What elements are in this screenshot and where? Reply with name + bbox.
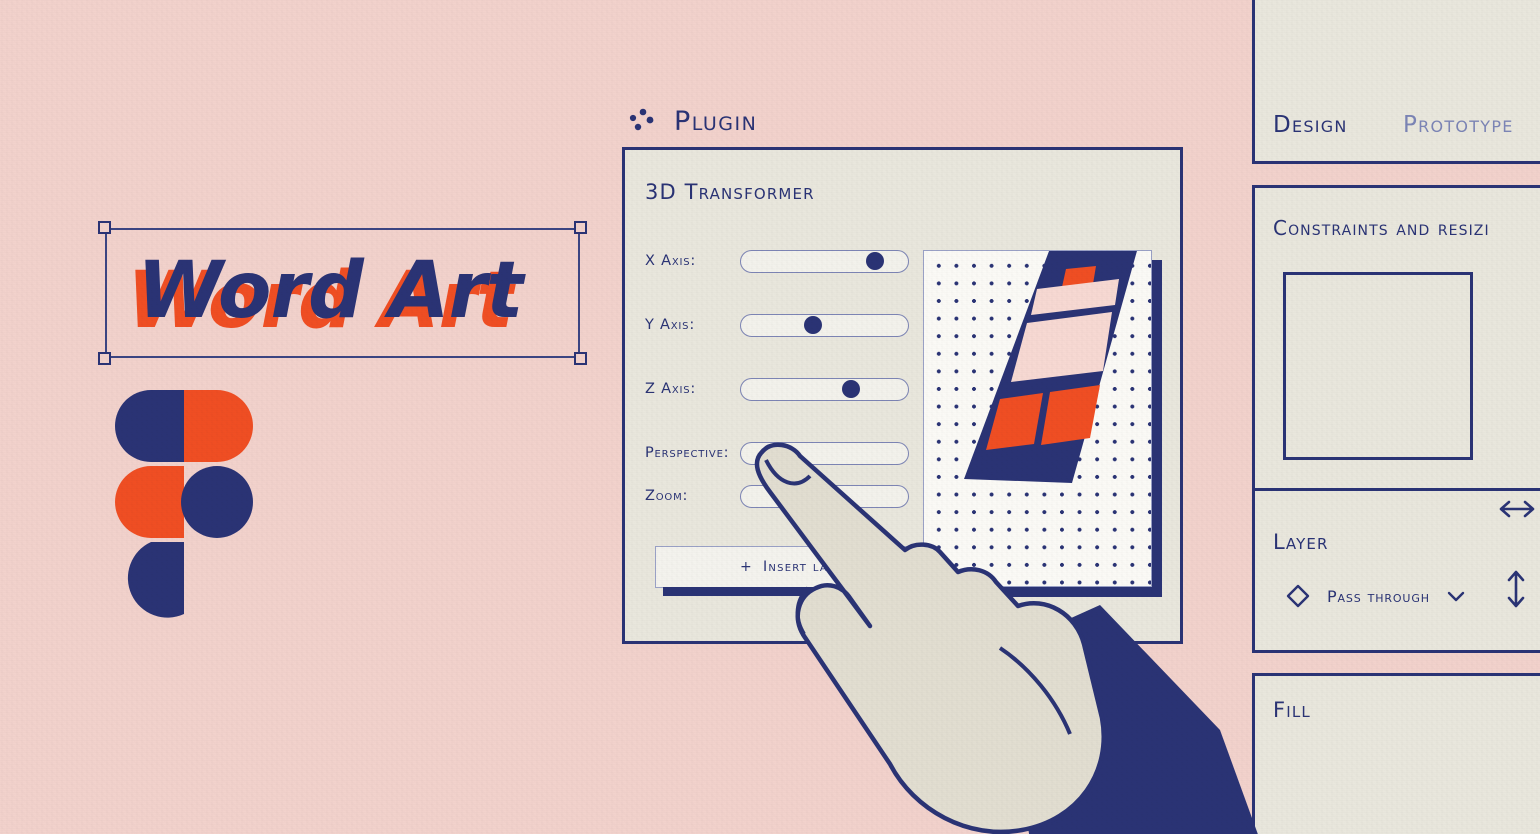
plugin-title: Plugin (674, 106, 758, 137)
plugin-dots-icon (628, 107, 658, 137)
selection-handle-bottom-left[interactable] (98, 352, 111, 365)
slider-thumb-y-axis[interactable] (803, 316, 822, 334)
slider-row-x-axis[interactable]: X Axis: (645, 246, 925, 276)
tab-design[interactable]: Design (1273, 112, 1348, 138)
slider-track-x-axis[interactable] (740, 249, 909, 273)
slider-row-y-axis[interactable]: Y Axis: (645, 310, 925, 340)
tab-prototype[interactable]: Prototype (1403, 112, 1514, 138)
resize-vertical-arrow-icon[interactable] (1505, 568, 1527, 610)
slider-thumb-z-axis[interactable] (842, 380, 861, 398)
chevron-down-icon[interactable] (1446, 589, 1466, 603)
figma-logo (113, 388, 255, 618)
selection-handle-bottom-right[interactable] (574, 352, 587, 365)
selection-handle-top-left[interactable] (98, 221, 111, 234)
slider-track-z-axis[interactable] (740, 377, 909, 401)
slider-label-x-axis: X Axis: (645, 253, 697, 269)
slider-track-y-axis[interactable] (740, 313, 909, 337)
layer-blend-mode-value: Pass through (1327, 586, 1430, 606)
plugin-panel-title: 3D Transformer (645, 180, 815, 204)
slider-thumb-x-axis[interactable] (865, 252, 884, 270)
plugin-header: Plugin (628, 106, 757, 137)
wordart-selection-group[interactable]: Word Art (98, 221, 587, 365)
wordart-text-wrapper[interactable]: Word Art (137, 242, 523, 340)
pointing-hand-cursor (700, 400, 1320, 834)
slider-label-y-axis: Y Axis: (645, 317, 696, 333)
resize-horizontal-arrow-icon[interactable] (1497, 498, 1537, 520)
right-panel-tabs: Design Prototype (1252, 0, 1540, 164)
constraints-heading: Constraints and resizi (1273, 216, 1490, 240)
selection-handle-top-right[interactable] (574, 221, 587, 234)
slider-label-z-axis: Z Axis: (645, 381, 697, 397)
wordart-text[interactable]: Word Art (137, 242, 523, 340)
